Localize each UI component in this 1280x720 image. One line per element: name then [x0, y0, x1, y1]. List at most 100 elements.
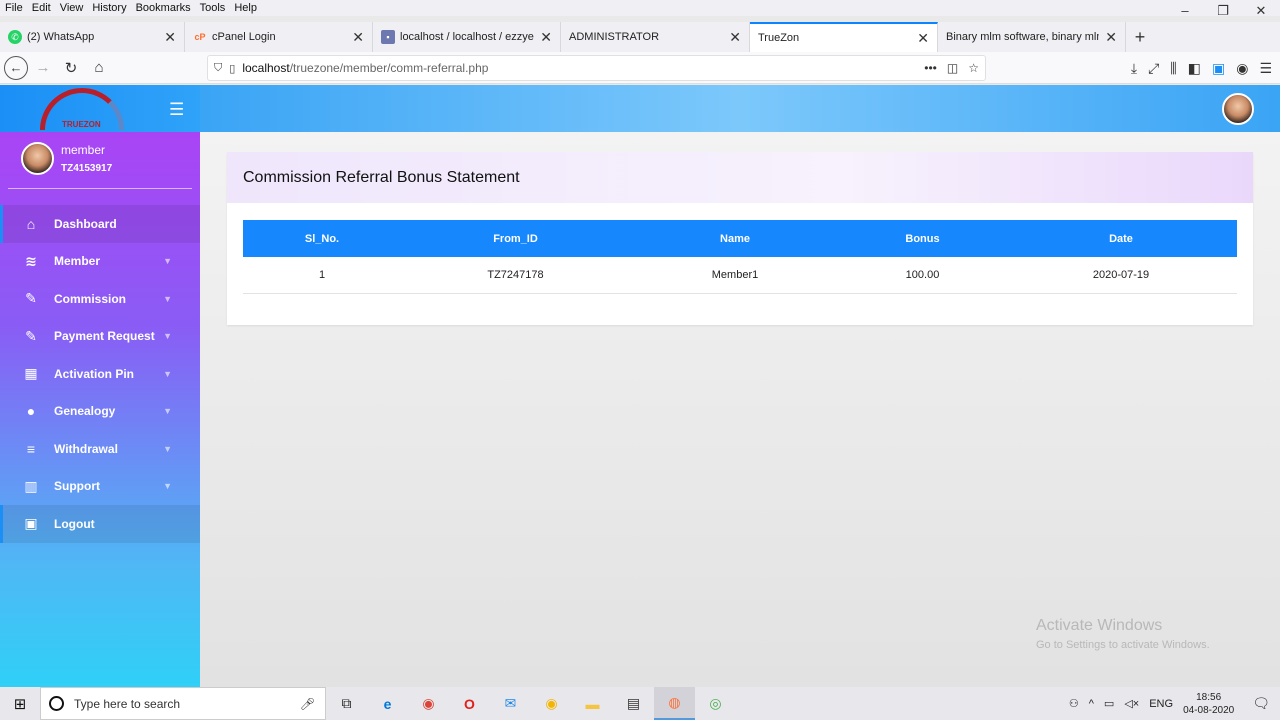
store-icon[interactable]: ▤: [613, 687, 654, 720]
tab-truezon[interactable]: TrueZon ✕: [750, 22, 938, 52]
table-header: Sl_No. From_ID Name Bonus Date: [243, 220, 1237, 257]
sidebar-toggle-icon[interactable]: ◧: [1188, 60, 1201, 77]
volume-icon[interactable]: ◁×: [1124, 697, 1139, 710]
edge-icon[interactable]: e: [367, 687, 408, 720]
new-tab-button[interactable]: +: [1126, 22, 1154, 52]
tab-phpmyadmin[interactable]: ▪ localhost / localhost / ezzyeam ✕: [373, 22, 561, 52]
close-icon[interactable]: ✕: [917, 30, 929, 47]
close-icon[interactable]: ✕: [1105, 29, 1117, 46]
network-icon[interactable]: ▭: [1104, 697, 1114, 710]
tab-cpanel[interactable]: cP cPanel Login ✕: [185, 22, 373, 52]
sidebar-item-genealogy[interactable]: ● Genealogy ▼: [0, 393, 200, 431]
reload-button[interactable]: ↻: [58, 55, 84, 81]
menu-bookmarks[interactable]: Bookmarks: [131, 2, 195, 14]
cell-from-id: TZ7247178: [487, 269, 544, 281]
sidebar-item-logout[interactable]: ▣ Logout: [0, 505, 200, 543]
task-view-icon[interactable]: ⧉: [326, 687, 367, 720]
people-icon[interactable]: ⚇: [1069, 697, 1079, 710]
restore-icon[interactable]: ❐: [1204, 0, 1242, 22]
page-info-icon[interactable]: ▯: [229, 62, 235, 75]
home-icon: ⌂: [26, 215, 36, 232]
language-indicator[interactable]: ENG: [1149, 698, 1173, 710]
url-text[interactable]: localhost/truezone/member/comm-referral.…: [242, 61, 488, 75]
menu-view[interactable]: View: [55, 2, 88, 14]
statement-card: Commission Referral Bonus Statement Sl_N…: [227, 152, 1253, 325]
sidebar-item-commission[interactable]: ✎ Commission ▼: [0, 280, 200, 318]
firefox-icon[interactable]: ◍: [654, 687, 695, 720]
menu-history[interactable]: History: [87, 2, 130, 14]
activate-windows-watermark: Activate Windows Go to Settings to activ…: [1036, 617, 1210, 651]
tab-administrator[interactable]: ADMINISTRATOR ✕: [561, 22, 750, 52]
mail-icon[interactable]: ✉: [490, 687, 531, 720]
bonus-table: Sl_No. From_ID Name Bonus Date 1 TZ72471…: [243, 220, 1237, 294]
sidebar-item-dashboard[interactable]: ⌂ Dashboard: [0, 205, 200, 243]
cell-name: Member1: [711, 269, 759, 281]
chrome-icon[interactable]: ◉: [408, 687, 449, 720]
avatar: [21, 142, 54, 175]
avatar[interactable]: [1222, 93, 1254, 125]
taskbar-search-input[interactable]: Type here to search 🎤︎: [40, 687, 326, 720]
bookmark-star-icon[interactable]: ☆: [968, 61, 979, 75]
cell-sl-no: 1: [318, 269, 326, 281]
tab-whatsapp[interactable]: ✆ (2) WhatsApp ✕: [0, 22, 185, 52]
menu-file[interactable]: File: [0, 2, 27, 14]
tab-label: localhost / localhost / ezzyeam: [400, 31, 534, 43]
close-icon[interactable]: ✕: [540, 29, 552, 46]
sync-icon[interactable]: ▣: [1212, 60, 1225, 77]
sidebar-item-member[interactable]: ≋ Member ▼: [0, 243, 200, 281]
chevron-down-icon: ▼: [163, 256, 172, 267]
windows-start-icon[interactable]: ⊞: [0, 687, 40, 720]
edit-icon: ✎: [25, 290, 37, 307]
tab-binary-mlm[interactable]: Binary mlm software, binary mlm s ✕: [938, 22, 1126, 52]
sidebar: TRUEZON ☰ member TZ4153917 ⌂ Dashboard ≋…: [0, 85, 200, 687]
minimize-icon[interactable]: –: [1166, 0, 1204, 22]
sidebar-item-withdrawal[interactable]: ≡ Withdrawal ▼: [0, 430, 200, 468]
more-actions-icon[interactable]: •••: [924, 61, 937, 75]
tab-label: (2) WhatsApp: [27, 31, 95, 43]
notification-icon[interactable]: 🗨︎: [1252, 695, 1270, 712]
top-header: [200, 85, 1280, 132]
chrome-canary-icon[interactable]: ◉: [531, 687, 572, 720]
menu-tools[interactable]: Tools: [195, 2, 230, 14]
hamburger-menu-icon[interactable]: ☰: [1259, 60, 1272, 77]
home-button[interactable]: ⌂: [86, 55, 112, 81]
clock[interactable]: 18:56 04-08-2020: [1183, 691, 1234, 717]
download-icon[interactable]: ⤓: [1131, 60, 1137, 77]
sidebar-item-label: Commission: [54, 291, 127, 306]
forward-button[interactable]: →: [30, 55, 56, 81]
pocket-icon[interactable]: ◫: [947, 61, 958, 75]
library-icon[interactable]: ⫼: [1170, 60, 1176, 77]
microphone-icon[interactable]: 🎤︎: [300, 697, 315, 711]
url-bar[interactable]: ⛉ ▯ localhost/truezone/member/comm-refer…: [207, 55, 986, 81]
chevron-up-icon[interactable]: ^: [1089, 698, 1094, 710]
url-path: /truezone/member/comm-referral.php: [289, 61, 489, 75]
logo-text: TRUEZON: [62, 120, 101, 129]
back-button[interactable]: ←: [4, 55, 28, 80]
close-icon[interactable]: ✕: [729, 29, 741, 46]
sidebar-item-activation-pin[interactable]: ▦ Activation Pin ▼: [0, 355, 200, 393]
file-explorer-icon[interactable]: ▬: [572, 687, 613, 720]
sidebar-item-payment-request[interactable]: ✎ Payment Request ▼: [0, 318, 200, 356]
account-icon[interactable]: ◉: [1236, 60, 1248, 77]
close-window-icon[interactable]: ✕: [1242, 0, 1280, 22]
opera-icon[interactable]: O: [449, 687, 490, 720]
column-header: Sl_No.: [304, 232, 340, 245]
tab-label: TrueZon: [758, 32, 800, 44]
tab-label: ADMINISTRATOR: [569, 31, 660, 43]
sidebar-item-support[interactable]: ▥ Support ▼: [0, 468, 200, 506]
menu-edit[interactable]: Edit: [27, 2, 55, 14]
cpanel-icon: cP: [194, 32, 206, 42]
fullscreen-icon[interactable]: ⤢: [1148, 60, 1159, 77]
column-header: Bonus: [905, 232, 940, 245]
close-icon[interactable]: ✕: [352, 29, 364, 46]
menu-toggle-icon[interactable]: ☰: [169, 100, 184, 120]
tab-bar: ✆ (2) WhatsApp ✕ cP cPanel Login ✕ ▪ loc…: [0, 22, 1280, 52]
tab-label: cPanel Login: [212, 31, 276, 43]
search-placeholder: Type here to search: [74, 696, 181, 711]
app-icon[interactable]: ◎: [695, 687, 736, 720]
shield-icon[interactable]: ⛉: [214, 62, 222, 75]
watermark-title: Activate Windows: [1036, 617, 1163, 634]
tab-label: Binary mlm software, binary mlm s: [946, 31, 1100, 43]
close-icon[interactable]: ✕: [164, 29, 176, 46]
menu-help[interactable]: Help: [229, 2, 261, 14]
